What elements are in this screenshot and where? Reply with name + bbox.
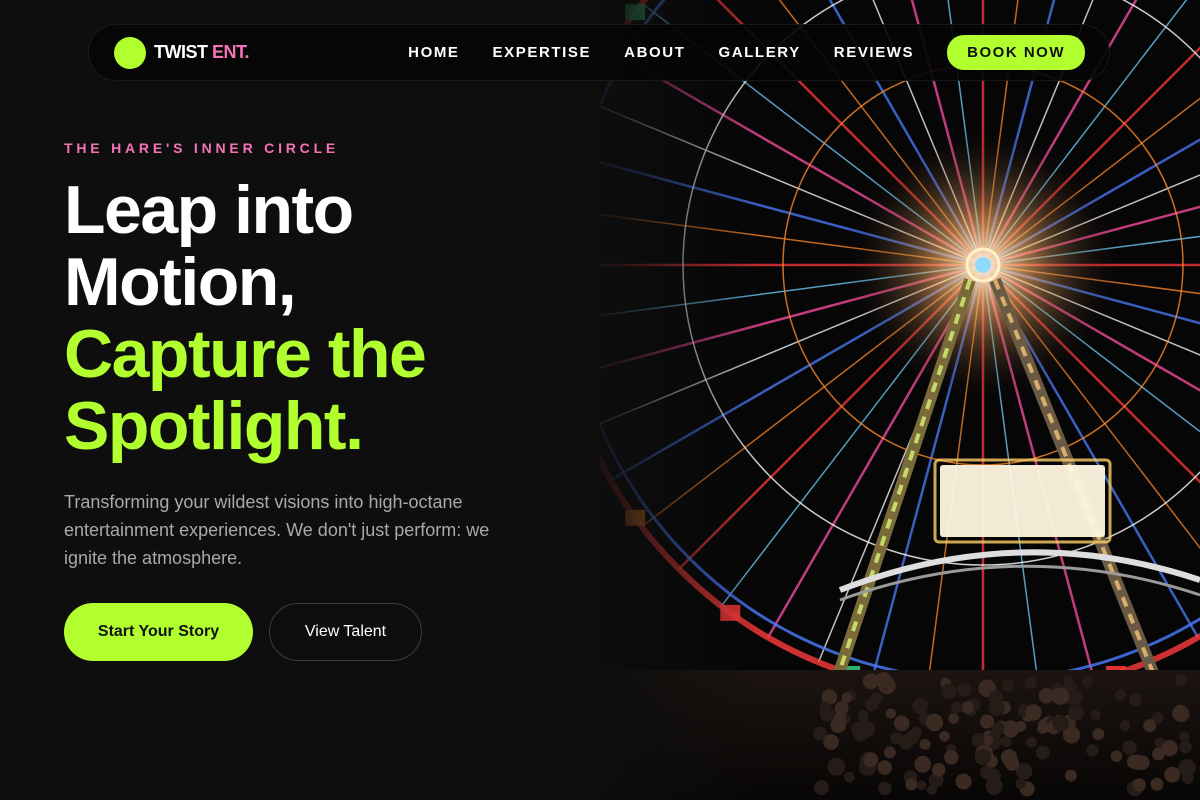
logo-wordmark: TWIST ENT. — [154, 42, 250, 63]
brand-logo[interactable]: TWIST ENT. — [114, 36, 250, 69]
book-now-button[interactable]: BOOK NOW — [947, 35, 1085, 70]
hero-eyebrow: THE HARE'S INNER CIRCLE — [64, 140, 340, 156]
logo-accent-text: ENT. — [212, 42, 250, 62]
nav-link-about[interactable]: ABOUT — [624, 44, 685, 61]
hero-headline: Leap into Motion, Capture the Spotlight. — [64, 172, 427, 464]
nav-link-expertise[interactable]: EXPERTISE — [493, 44, 592, 61]
hero-description: Transforming your wildest visions into h… — [64, 492, 490, 568]
headline-line-4: Spotlight. — [64, 388, 364, 464]
logo-circle-icon — [114, 36, 146, 69]
view-talent-button[interactable]: View Talent — [269, 603, 422, 661]
nav-link-gallery[interactable]: GALLERY — [718, 44, 800, 61]
nav-links: HOME EXPERTISE ABOUT GALLERY REVIEWS BOO… — [408, 35, 1085, 70]
top-navigation: TWIST ENT. HOME EXPERTISE ABOUT GALLERY … — [88, 24, 1110, 81]
headline-line-2: Motion, — [64, 244, 297, 320]
hero-image-ferris-wheel — [600, 0, 1200, 800]
nav-link-home[interactable]: HOME — [408, 44, 459, 61]
start-your-story-button[interactable]: Start Your Story — [64, 603, 253, 661]
headline-line-1: Leap into — [64, 172, 354, 248]
logo-text: TWIST — [154, 42, 208, 62]
headline-line-3: Capture the — [64, 316, 427, 392]
nav-link-reviews[interactable]: REVIEWS — [834, 44, 914, 61]
